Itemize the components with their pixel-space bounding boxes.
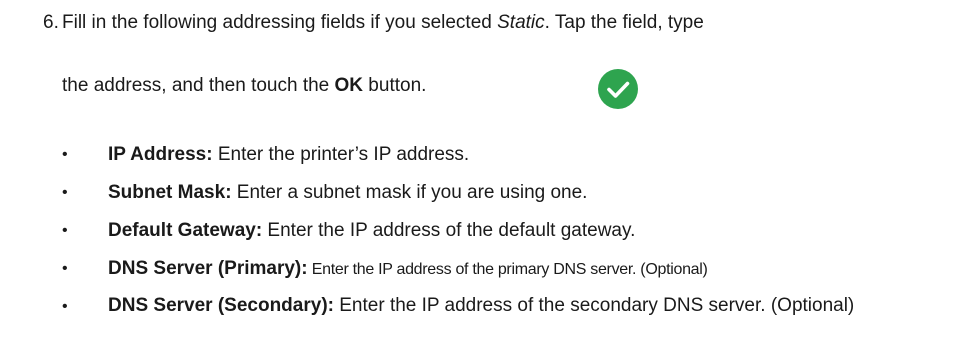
instruction-text: button. [363,75,427,96]
bullet: • [62,184,68,201]
ok-emphasis: OK [334,75,364,96]
instruction-text: the address, and then touch the [62,75,335,96]
field-label: Default Gateway: [108,220,263,241]
bullet: • [62,298,68,315]
step-number: 6. [43,12,59,33]
step-instruction-line-2: the address, and then touch the OK butto… [62,75,426,97]
field-label: IP Address: [108,144,213,165]
instruction-text: . Tap the field, type [544,12,704,33]
field-description: Enter the IP address of the secondary DN… [333,295,855,316]
field-label: DNS Server (Primary): [108,258,308,279]
bullet: • [62,260,68,277]
field-description: Enter the printer’s IP address. [212,144,470,165]
field-description: Enter the IP address of the primary DNS … [307,261,708,278]
bullet: • [62,146,68,163]
field-label: DNS Server (Secondary): [108,295,334,316]
field-description: Enter a subnet mask if you are using one… [231,182,588,203]
check-circle-icon [598,69,638,109]
step-instruction-line-1: Fill in the following addressing fields … [62,12,704,34]
instruction-text: Fill in the following addressing fields … [62,12,498,33]
field-description: Enter the IP address of the default gate… [262,220,636,241]
field-label: Subnet Mask: [108,182,232,203]
bullet: • [62,222,68,239]
static-emphasis: Static [497,12,545,33]
